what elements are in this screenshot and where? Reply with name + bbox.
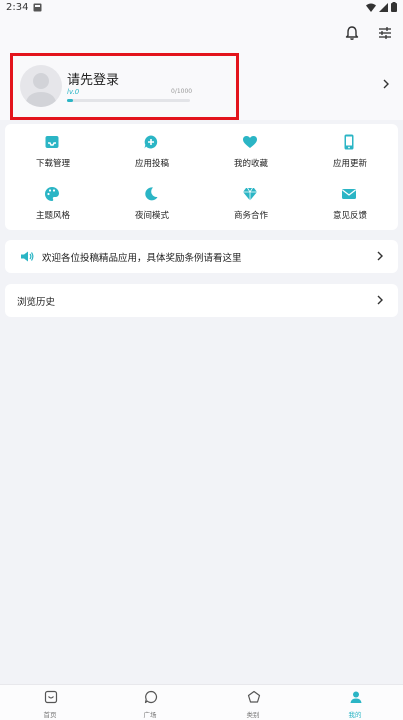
- grid-item-label: 应用更新: [332, 159, 367, 169]
- nav-tab-home[interactable]: 首页: [0, 685, 100, 720]
- notice-banner[interactable]: 欢迎各位投稿精品应用，具体奖励条例请看这里: [5, 240, 398, 273]
- grid-item-theme-style[interactable]: 主题风格: [5, 186, 101, 230]
- nav-tab-square[interactable]: 广场: [100, 685, 200, 720]
- nav-label: 首页: [43, 711, 57, 719]
- grid-item-app-update[interactable]: 应用更新: [302, 134, 398, 178]
- avatar: [20, 65, 62, 107]
- notification-app-icon: [33, 3, 42, 12]
- grid-item-label: 意见反馈: [332, 211, 367, 221]
- nav-tab-mine[interactable]: 我的: [305, 685, 403, 720]
- speaker-icon: [21, 251, 34, 262]
- exp-progress-bar: [67, 99, 190, 102]
- grid-item-download-manager[interactable]: 下载管理: [5, 134, 101, 178]
- shortcut-grid: 下载管理 应用投稿 我的收藏 应用更新 主题风格 夜间模式 商务合作 意见反馈: [5, 124, 398, 230]
- grid-item-favorites[interactable]: 我的收藏: [203, 134, 299, 178]
- chevron-right-icon[interactable]: [381, 78, 391, 90]
- heart-icon: [243, 136, 257, 148]
- notice-text: 欢迎各位投稿精品应用，具体奖励条例请看这里: [42, 253, 242, 264]
- exp-progress-fill: [67, 99, 74, 102]
- browse-history-row[interactable]: 浏览历史: [5, 284, 398, 317]
- browse-history-label: 浏览历史: [17, 297, 56, 308]
- chat-bubble-icon: [144, 690, 158, 704]
- settings-sliders-icon[interactable]: [376, 24, 394, 42]
- nav-label: 广场: [143, 711, 157, 719]
- battery-icon: [391, 2, 397, 12]
- login-prompt: 请先登录: [67, 73, 120, 88]
- person-icon: [350, 691, 362, 703]
- grid-item-label: 夜间模式: [134, 211, 169, 221]
- bottom-nav: 首页 广场 类别 我的: [0, 684, 403, 720]
- mail-icon: [342, 189, 356, 199]
- status-bar: 2:34: [0, 0, 403, 16]
- grid-item-night-mode[interactable]: 夜间模式: [104, 186, 200, 230]
- status-right: [366, 2, 397, 12]
- nav-label: 类别: [246, 711, 260, 719]
- pentagon-icon: [247, 690, 261, 703]
- status-time: 2:34: [6, 2, 29, 13]
- grid-item-label: 下载管理: [35, 159, 70, 169]
- nav-tab-category[interactable]: 类别: [203, 685, 303, 720]
- wifi-icon: [366, 3, 376, 12]
- grid-item-business[interactable]: 商务合作: [203, 186, 299, 230]
- grid-item-app-submit[interactable]: 应用投稿: [104, 134, 200, 178]
- exp-text: 0/1000: [171, 88, 193, 95]
- home-tray-icon: [44, 690, 58, 704]
- signal-icon: [379, 2, 388, 12]
- grid-item-label: 商务合作: [233, 211, 268, 221]
- profile-login-card[interactable]: 请先登录 lv.0 0/1000: [10, 53, 239, 120]
- chevron-right-icon: [377, 295, 383, 305]
- grid-item-feedback[interactable]: 意见反馈: [302, 186, 398, 230]
- level-text: lv.0: [67, 88, 80, 96]
- submit-plus-icon: [144, 135, 158, 149]
- phone-update-icon: [344, 134, 354, 150]
- chevron-right-icon: [377, 251, 383, 261]
- palette-icon: [45, 187, 60, 201]
- grid-item-label: 应用投稿: [134, 159, 169, 169]
- diamond-icon: [243, 187, 257, 201]
- bell-icon[interactable]: [343, 24, 361, 42]
- download-tray-icon: [45, 136, 59, 148]
- grid-item-label: 主题风格: [35, 211, 70, 221]
- moon-icon: [145, 187, 158, 201]
- grid-item-label: 我的收藏: [233, 159, 268, 169]
- default-avatar-icon: [25, 73, 57, 107]
- nav-label: 我的: [348, 711, 362, 719]
